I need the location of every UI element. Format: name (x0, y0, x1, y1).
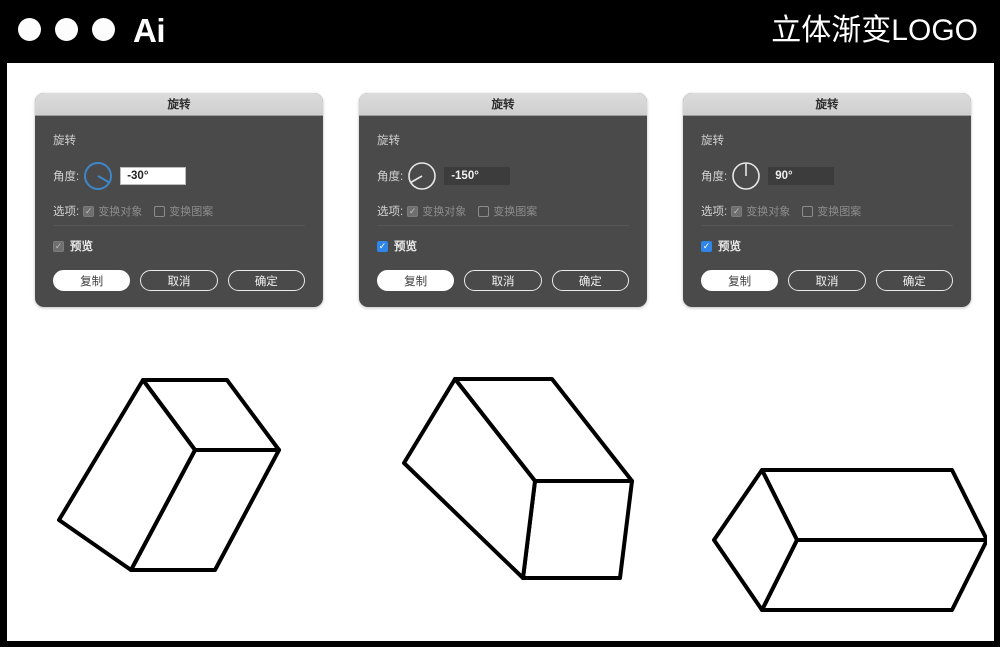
option-label: 变换图案 (493, 206, 538, 218)
angle-dial[interactable] (731, 161, 761, 191)
angle-input[interactable]: 90° (768, 167, 835, 185)
ok-button[interactable]: 确定 (551, 270, 629, 291)
option-transform-object[interactable]: ✓ 变换对象 (83, 203, 142, 219)
dialog-titlebar[interactable]: 旋转 (683, 93, 971, 116)
preview-label: 预览 (394, 241, 417, 253)
copy-button[interactable]: 复制 (377, 270, 455, 291)
box-face-front (760, 538, 987, 612)
box-face-front (521, 479, 634, 580)
angle-row: 角度: -30° (53, 161, 305, 191)
angle-dial-icon[interactable] (407, 161, 437, 191)
preview-row[interactable]: ✓ 预览 (701, 238, 953, 254)
isometric-box-rotated-90[interactable] (702, 448, 987, 633)
options-label: 选项: (53, 206, 80, 218)
option-transform-pattern[interactable]: 变换图案 (478, 203, 537, 219)
option-label: 变换对象 (98, 206, 143, 218)
dialog-titlebar[interactable]: 旋转 (35, 93, 323, 116)
checkbox-icon[interactable]: ✓ (407, 205, 419, 217)
option-label: 变换图案 (817, 206, 862, 218)
angle-dial-icon[interactable] (83, 161, 113, 191)
angle-dial[interactable] (83, 161, 113, 191)
dialog-title: 旋转 (167, 99, 191, 111)
rotate-group-label: 旋转 (701, 135, 724, 147)
options-label: 选项: (377, 206, 404, 218)
preview-label: 预览 (718, 241, 741, 253)
checkbox-icon[interactable] (802, 205, 814, 217)
rotate-dialog-3: 旋转 旋转 角度: 90° 选项: ✓ 变换对象 变换图案 ✓ 预览 复制 取消… (683, 93, 971, 307)
screenshot-root: Ai 立体渐变LOGO 旋转 旋转 角度: -30° 选项: ✓ 变换对象 变换… (0, 0, 1000, 647)
dialog-body: 旋转 角度: -150° 选项: ✓ 变换对象 变换图案 ✓ 预览 (359, 116, 647, 254)
checkbox-icon[interactable]: ✓ (83, 205, 95, 217)
preview-checkbox-icon[interactable]: ✓ (53, 240, 64, 252)
preview-row[interactable]: ✓ 预览 (53, 238, 305, 254)
preview-checkbox-icon[interactable]: ✓ (377, 240, 388, 252)
angle-input[interactable]: -30° (120, 167, 187, 185)
dialog-title: 旋转 (815, 99, 839, 111)
angle-row: 角度: 90° (701, 161, 953, 191)
options-row: 选项: ✓ 变换对象 变换图案 (377, 203, 629, 219)
option-label: 变换对象 (746, 206, 791, 218)
dialog-body: 旋转 角度: 90° 选项: ✓ 变换对象 变换图案 ✓ 预览 (683, 116, 971, 254)
dialog-button-row: 复制 取消 确定 (35, 254, 323, 307)
copy-button[interactable]: 复制 (701, 270, 779, 291)
copy-button[interactable]: 复制 (53, 270, 131, 291)
dialog-divider (53, 225, 305, 226)
window-controls[interactable] (18, 18, 115, 41)
window-maximize-dot[interactable] (92, 18, 115, 41)
dialog-body: 旋转 角度: -30° 选项: ✓ 变换对象 变换图案 ✓ 预览 (35, 116, 323, 254)
isometric-box-rotated--150[interactable] (392, 363, 642, 623)
angle-input[interactable]: -150° (444, 167, 511, 185)
rotate-dialog-2: 旋转 旋转 角度: -150° 选项: ✓ 变换对象 变换图案 ✓ 预览 复制 … (359, 93, 647, 307)
artboard-canvas: 旋转 旋转 角度: -30° 选项: ✓ 变换对象 变换图案 ✓ 预览 复制 取… (6, 62, 995, 642)
angle-label: 角度: (377, 171, 404, 183)
rotate-dialog-1: 旋转 旋转 角度: -30° 选项: ✓ 变换对象 变换图案 ✓ 预览 复制 取… (35, 93, 323, 307)
cancel-button[interactable]: 取消 (140, 270, 218, 291)
angle-dial[interactable] (407, 161, 437, 191)
option-transform-object[interactable]: ✓ 变换对象 (407, 203, 466, 219)
angle-row: 角度: -150° (377, 161, 629, 191)
option-label: 变换对象 (422, 206, 467, 218)
dialog-titlebar[interactable]: 旋转 (359, 93, 647, 116)
options-label: 选项: (701, 206, 728, 218)
cancel-button[interactable]: 取消 (464, 270, 542, 291)
option-label: 变换图案 (169, 206, 214, 218)
ok-button[interactable]: 确定 (875, 270, 953, 291)
angle-label: 角度: (53, 171, 80, 183)
rotate-group-label: 旋转 (377, 135, 400, 147)
dialog-title: 旋转 (491, 99, 515, 111)
option-transform-object[interactable]: ✓ 变换对象 (731, 203, 790, 219)
box-face-top (760, 468, 987, 542)
preview-row[interactable]: ✓ 预览 (377, 238, 629, 254)
isometric-box-rotated--30[interactable] (47, 358, 307, 618)
checkbox-icon[interactable]: ✓ (731, 205, 743, 217)
rotate-group-label: 旋转 (53, 135, 76, 147)
option-transform-pattern[interactable]: 变换图案 (802, 203, 861, 219)
dialog-divider (701, 225, 953, 226)
checkbox-icon[interactable] (478, 205, 490, 217)
angle-dial-icon[interactable] (731, 161, 761, 191)
window-close-dot[interactable] (18, 18, 41, 41)
checkbox-icon[interactable] (154, 205, 166, 217)
options-row: 选项: ✓ 变换对象 变换图案 (701, 203, 953, 219)
cancel-button[interactable]: 取消 (788, 270, 866, 291)
dialog-button-row: 复制 取消 确定 (359, 254, 647, 307)
window-minimize-dot[interactable] (55, 18, 78, 41)
option-transform-pattern[interactable]: 变换图案 (154, 203, 213, 219)
angle-label: 角度: (701, 171, 728, 183)
dialog-button-row: 复制 取消 确定 (683, 254, 971, 307)
preview-checkbox-icon[interactable]: ✓ (701, 240, 712, 252)
page-title: 立体渐变LOGO (771, 14, 978, 47)
ok-button[interactable]: 确定 (227, 270, 305, 291)
illustrator-logo: Ai (133, 12, 166, 49)
dialog-divider (377, 225, 629, 226)
options-row: 选项: ✓ 变换对象 变换图案 (53, 203, 305, 219)
window-header: Ai 立体渐变LOGO (0, 0, 1000, 62)
preview-label: 预览 (70, 241, 93, 253)
